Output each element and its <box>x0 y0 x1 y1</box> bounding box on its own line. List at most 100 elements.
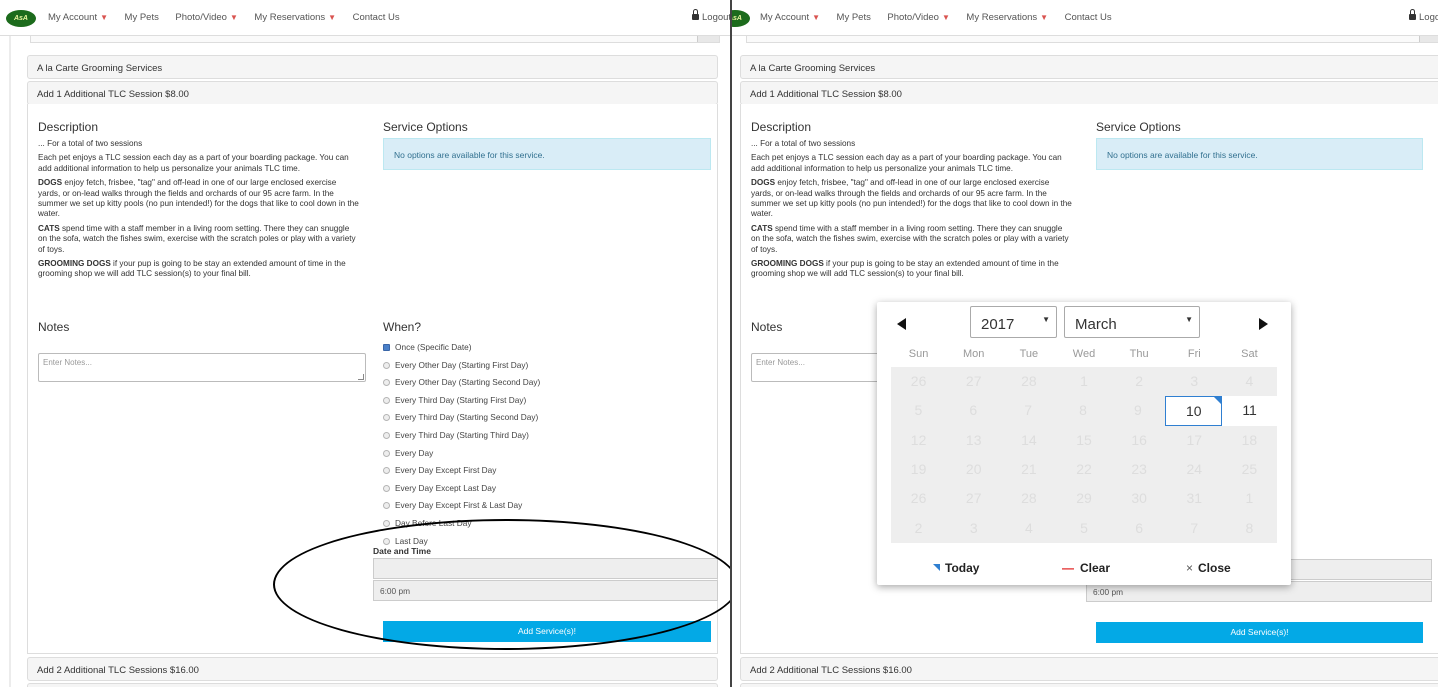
panel-heading-service-2[interactable]: Add 2 Additional TLC Sessions $16.00 <box>27 657 718 681</box>
calendar-day: 4 <box>1024 519 1033 536</box>
calendar-day: 22 <box>1076 460 1092 477</box>
calendar-day: 25 <box>1241 460 1258 477</box>
previous-panel-stub <box>697 36 719 42</box>
panel-heading-next[interactable] <box>740 683 1438 687</box>
calendar-day: 28 <box>1021 490 1037 507</box>
radio-icon <box>383 519 390 527</box>
nav-my-account[interactable]: My Account ▼ <box>48 12 108 23</box>
calendar-day: 12 <box>910 431 927 448</box>
logout-label: Logout <box>702 12 730 23</box>
panel-heading-service-1[interactable]: Add 1 Additional TLC Session $8.00 <box>740 81 1438 105</box>
calendar-day: 27 <box>965 490 982 507</box>
year-select[interactable]: 2017 ▼ <box>970 306 1057 338</box>
radio-icon <box>383 379 390 387</box>
nav-photo-video[interactable]: Photo/Video ▼ <box>887 12 950 23</box>
radio-option[interactable]: Every Third Day (Starting Second Day) <box>383 412 723 430</box>
nav-contact-us[interactable]: Contact Us <box>353 12 400 23</box>
prev-month-icon[interactable] <box>897 318 906 330</box>
panel-heading-next[interactable] <box>27 683 718 687</box>
close-icon: × <box>1186 561 1194 575</box>
radio-label: Every Day <box>395 447 434 458</box>
radio-option[interactable]: Every Other Day (Starting First Day) <box>383 360 723 378</box>
caret-down-icon: ▼ <box>229 13 238 22</box>
radio-option[interactable]: Every Day Except First Day <box>383 465 723 483</box>
calendar-day: 20 <box>965 460 982 477</box>
calendar-day-available[interactable]: 11 <box>1222 396 1278 426</box>
logout-link[interactable]: Logo <box>1409 9 1438 23</box>
close-button[interactable]: × Close <box>1186 561 1231 575</box>
radio-icon <box>383 431 390 439</box>
previous-panel-stub <box>1419 36 1438 42</box>
calendar-day: 13 <box>965 431 982 448</box>
navbar: AsA My Account▼ My Pets Photo/Video▼ My … <box>732 0 1438 36</box>
logo[interactable]: AsA <box>732 10 750 27</box>
nav-my-account-label: My Account <box>48 12 98 23</box>
calendar-day: 21 <box>1021 460 1037 477</box>
calendar-day-selected[interactable]: 10 <box>1165 396 1223 426</box>
calendar-day: 19 <box>910 460 927 477</box>
calendar-day: 28 <box>1021 373 1037 389</box>
nav-my-account-label: My Account <box>760 12 810 23</box>
nav-contact-us[interactable]: Contact Us <box>1065 12 1112 23</box>
radio-label: Every Third Day (Starting First Day) <box>395 394 527 405</box>
today-label: Today <box>945 561 980 575</box>
logout-label: Logo <box>1419 12 1438 23</box>
no-options-alert: No options are available for this servic… <box>1096 138 1423 170</box>
nav-photo-video-label: Photo/Video <box>175 12 227 23</box>
today-button[interactable]: Today <box>933 561 979 575</box>
calendar-day: 4 <box>1245 373 1254 389</box>
radio-label: Every Day Except First & Last Day <box>395 500 523 511</box>
panel-heading-service-2[interactable]: Add 2 Additional TLC Sessions $16.00 <box>740 657 1438 681</box>
logout-link[interactable]: Logout <box>692 9 730 23</box>
left-screenshot: AsA My Account ▼ My Pets Photo/Video ▼ My … <box>0 0 730 687</box>
nav-my-account[interactable]: My Account ▼ <box>760 12 820 23</box>
cats-text: spend time with a staff member in a livi… <box>38 223 356 254</box>
month-select[interactable]: March ▼ <box>1064 306 1200 338</box>
nav-my-pets[interactable]: My Pets <box>837 12 871 23</box>
calendar-week: 12 13 14 15 16 17 18 <box>891 426 1277 455</box>
logo[interactable]: AsA <box>6 10 36 27</box>
calendar-day: 24 <box>1186 460 1203 477</box>
weekday-label: Mon <box>963 348 985 360</box>
radio-option[interactable]: Every Other Day (Starting Second Day) <box>383 377 723 395</box>
nav-photo-video[interactable]: Photo/Video ▼ <box>175 12 238 23</box>
radio-option[interactable]: Once (Specific Date) <box>383 342 723 360</box>
weekday-header: Sun Mon Tue Wed Thu Fri Sat <box>891 348 1277 360</box>
notes-heading: Notes <box>751 320 783 334</box>
calendar-week: 26 27 28 1 2 3 4 <box>891 367 1277 396</box>
clear-button[interactable]: — Clear <box>1062 561 1110 575</box>
calendar-day: 30 <box>1131 490 1147 507</box>
nav-my-reservations[interactable]: My Reservations ▼ <box>966 12 1048 23</box>
service-options-heading: Service Options <box>1096 120 1181 134</box>
radio-option[interactable]: Every Day Except First & Last Day <box>383 500 723 518</box>
minus-icon: — <box>1062 561 1074 575</box>
dogs-label: DOGS <box>751 178 776 188</box>
calendar-day: 5 <box>1080 519 1088 536</box>
description-intro: Each pet enjoys a TLC session each day a… <box>38 153 349 173</box>
cats-text: spend time with a staff member in a livi… <box>751 223 1069 254</box>
calendar-day: 26 <box>910 490 927 507</box>
weekday-label: Sun <box>908 348 929 360</box>
nav-my-pets[interactable]: My Pets <box>125 12 159 23</box>
calendar-grid: 26 27 28 1 2 3 4 5 6 7 8 9 10 11 12 13 1… <box>891 367 1278 543</box>
radio-option[interactable]: Every Third Day (Starting Third Day) <box>383 430 723 448</box>
calendar-day: 5 <box>914 402 923 419</box>
notes-textarea[interactable]: Enter Notes... <box>38 353 366 382</box>
panel-heading-a-la-carte[interactable]: A la Carte Grooming Services <box>740 55 1438 79</box>
radio-icon <box>383 396 390 404</box>
annotation-ellipse <box>273 519 730 650</box>
panel-heading-a-la-carte[interactable]: A la Carte Grooming Services <box>27 55 718 79</box>
radio-option[interactable]: Every Day Except Last Day <box>383 483 723 501</box>
today-corner-icon <box>933 564 940 571</box>
radio-option[interactable]: Every Third Day (Starting First Day) <box>383 395 723 413</box>
resize-grip-icon[interactable] <box>358 374 364 380</box>
nav-my-reservations[interactable]: My Reservations ▼ <box>254 12 336 23</box>
panel-heading-service-1[interactable]: Add 1 Additional TLC Session $8.00 <box>27 81 718 105</box>
next-month-icon[interactable] <box>1259 318 1268 330</box>
radio-option[interactable]: Every Day <box>383 448 723 466</box>
description-grooming: GROOMING DOGS if your pup is going to be… <box>751 259 1073 280</box>
radio-label: Once (Specific Date) <box>395 342 472 352</box>
add-services-button[interactable]: Add Service(s)! <box>1096 622 1423 643</box>
calendar-week: 2 3 4 5 6 7 8 <box>891 514 1277 543</box>
scrollbar-track[interactable] <box>9 36 11 687</box>
